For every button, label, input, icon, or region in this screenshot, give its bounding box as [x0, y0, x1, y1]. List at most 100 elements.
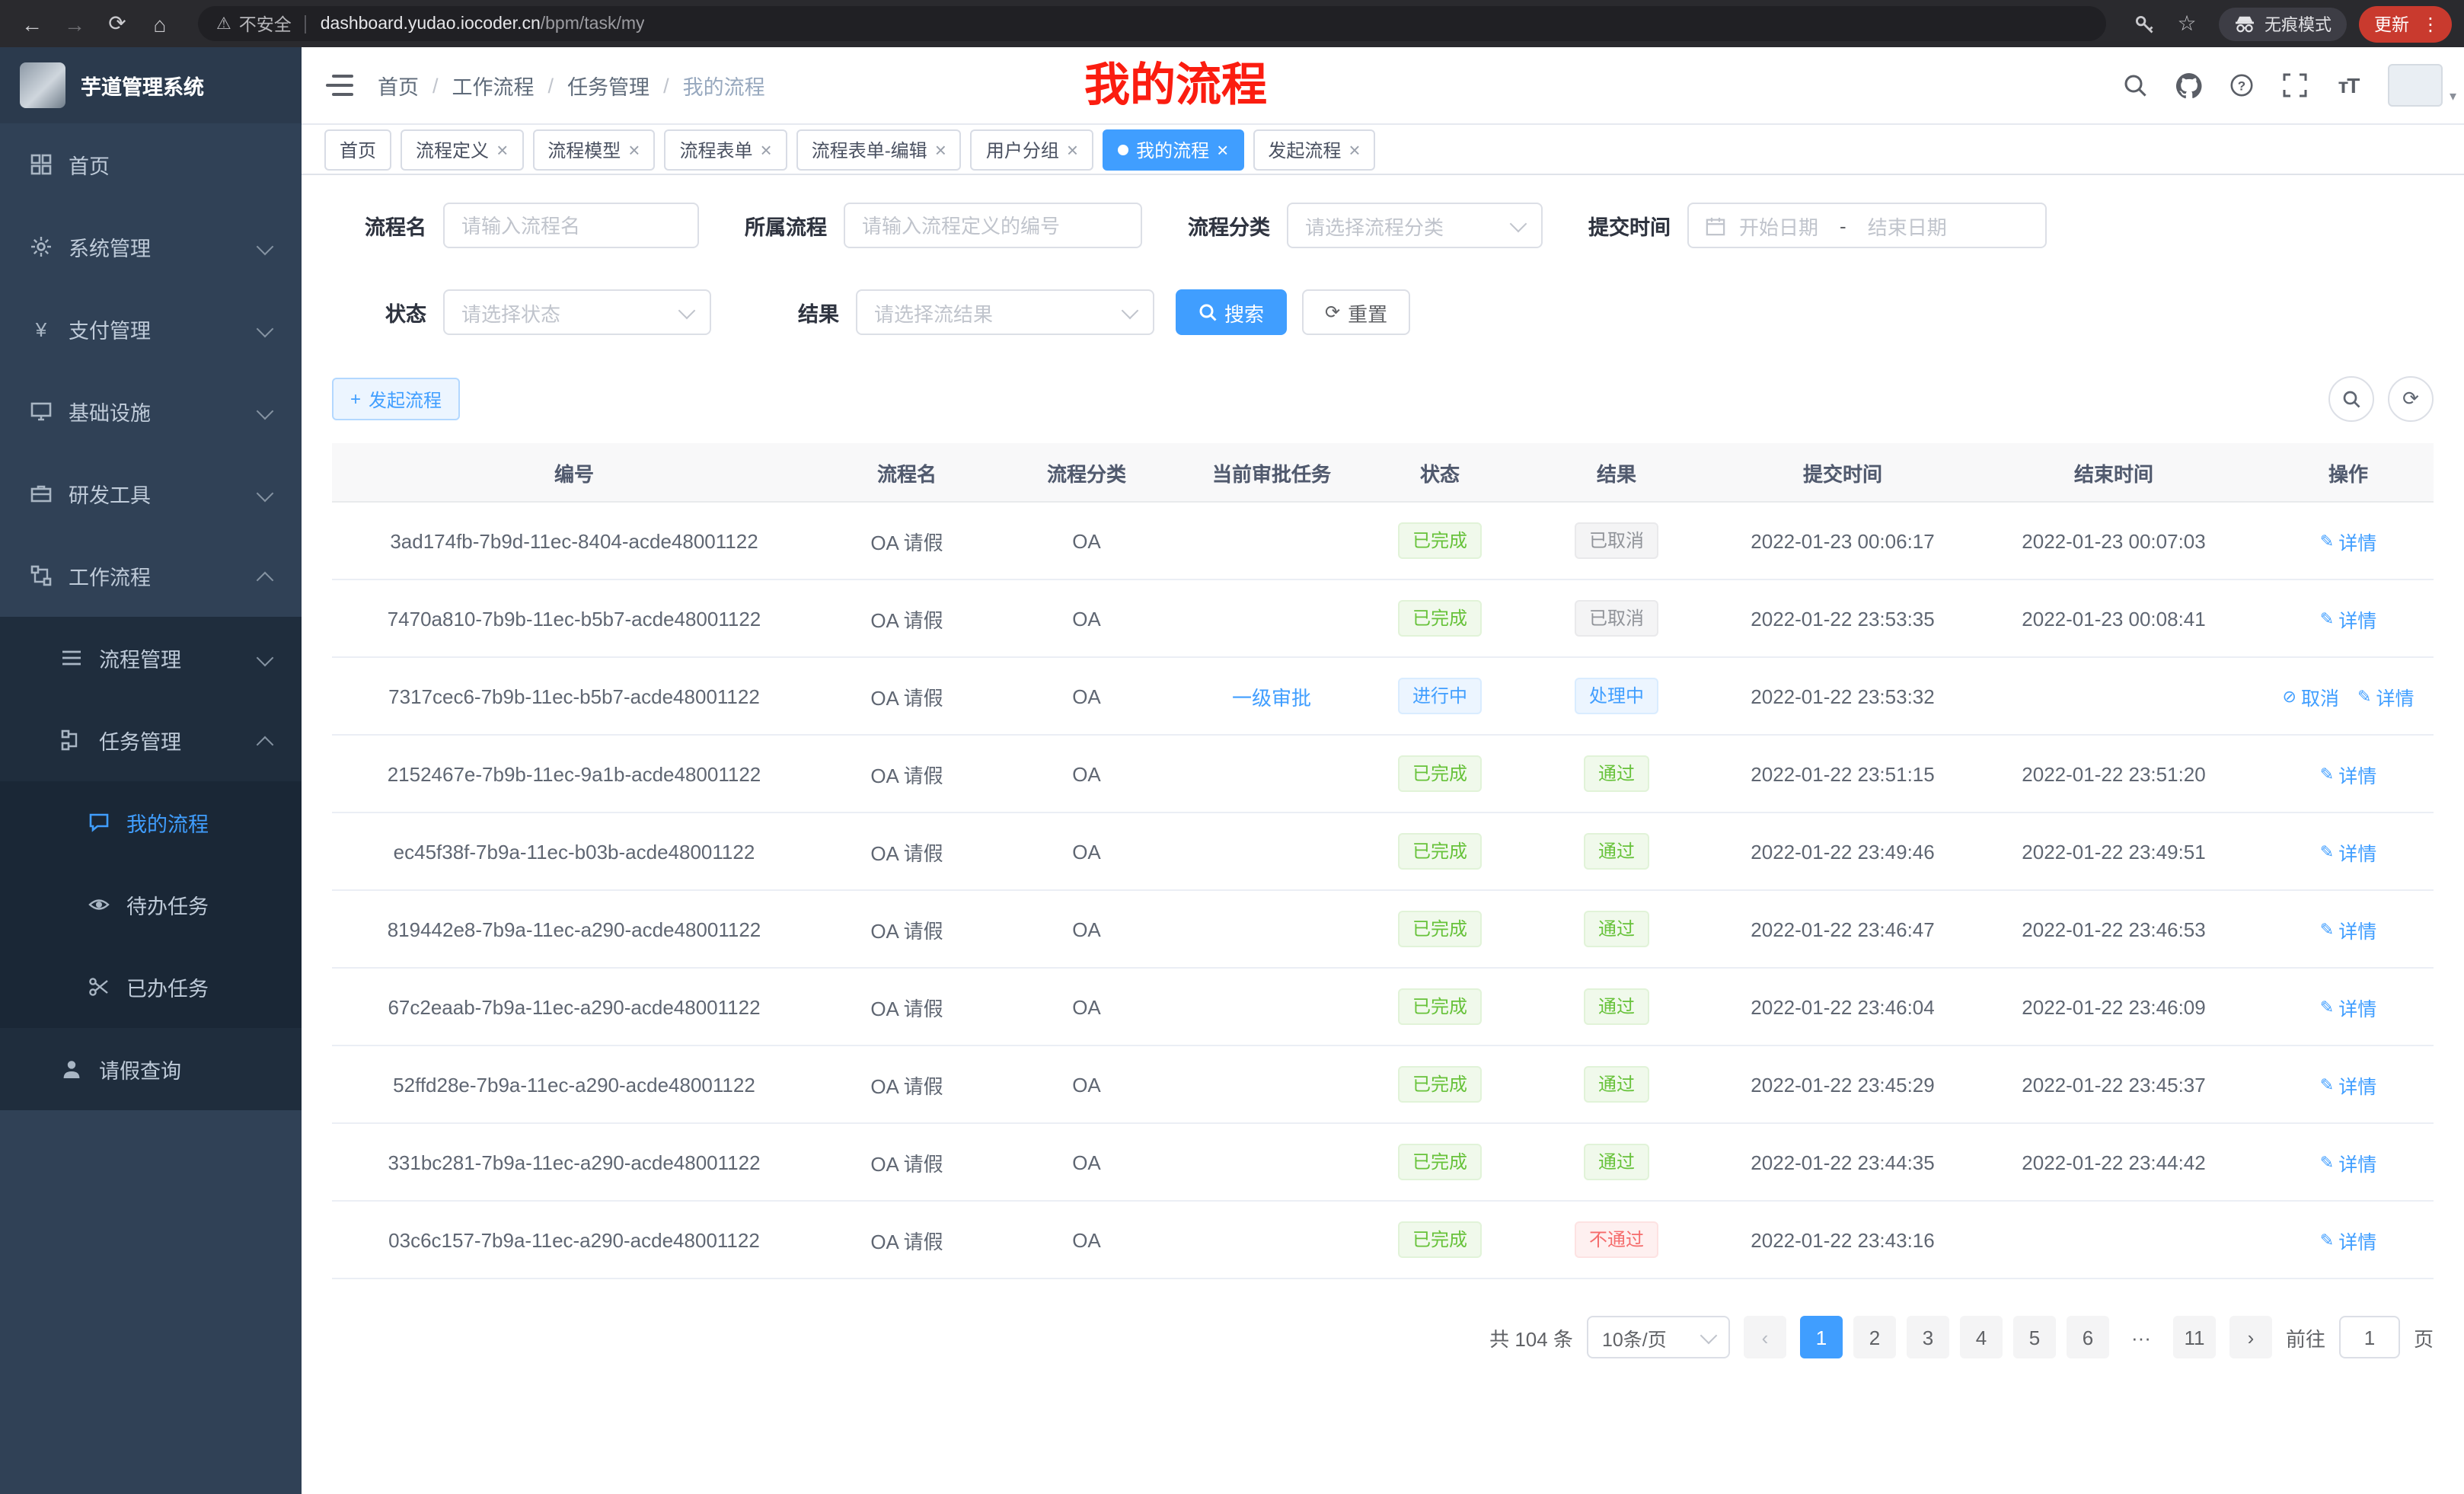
reset-button[interactable]: ⟳ 重置 — [1302, 289, 1410, 335]
page-button-1[interactable]: 1 — [1800, 1316, 1843, 1358]
tab-4[interactable]: 流程表单-编辑× — [796, 129, 962, 170]
page-button-4[interactable]: 4 — [1960, 1316, 2003, 1358]
breadcrumb-item[interactable]: 工作流程 — [452, 70, 535, 101]
cell-category: OA — [997, 502, 1176, 579]
cell-result: 处理中 — [1512, 657, 1721, 735]
sidebar-item-infrastructure[interactable]: 基础设施 — [0, 370, 302, 452]
refresh-table-button[interactable]: ⟳ — [2388, 376, 2434, 422]
tab-2[interactable]: 流程模型× — [532, 129, 655, 170]
detail-link[interactable]: ✎详情 — [2357, 682, 2414, 710]
bookmark-star-icon[interactable]: ☆ — [2167, 5, 2207, 42]
tab-close-icon[interactable]: × — [761, 139, 772, 159]
detail-link[interactable]: ✎详情 — [2320, 1070, 2376, 1099]
sidebar-item-done-tasks[interactable]: 已办任务 — [0, 946, 302, 1028]
sidebar-item-workflow[interactable]: 工作流程 — [0, 535, 302, 617]
tab-close-icon[interactable]: × — [1217, 139, 1228, 159]
detail-icon: ✎ — [2320, 841, 2334, 861]
tab-close-icon[interactable]: × — [628, 139, 640, 159]
address-bar[interactable]: ⚠ 不安全 dashboard.yudao.iocoder.cn/bpm/tas… — [198, 6, 2106, 41]
detail-link[interactable]: ✎详情 — [2320, 992, 2376, 1021]
user-avatar[interactable]: ▾ — [2388, 64, 2443, 107]
page-ellipsis[interactable]: ··· — [2120, 1316, 2162, 1358]
pagination: 共 104 条 10条/页 ‹ 123456···11 › 前往 1 页 — [332, 1316, 2434, 1358]
chevron-down-icon — [257, 650, 274, 667]
url-text[interactable]: dashboard.yudao.iocoder.cn/bpm/task/my — [321, 14, 645, 33]
tab-close-icon[interactable]: × — [496, 139, 508, 159]
github-icon[interactable] — [2175, 72, 2202, 99]
date-start-placeholder[interactable]: 开始日期 — [1739, 211, 1818, 240]
forward-icon[interactable]: → — [55, 5, 94, 42]
search-button[interactable]: 搜索 — [1176, 289, 1287, 335]
search-toggle-button[interactable] — [2328, 376, 2374, 422]
tab-5[interactable]: 用户分组× — [971, 129, 1093, 170]
category-placeholder: 请选择流程分类 — [1305, 211, 1444, 240]
refresh-icon[interactable]: ⟳ — [97, 5, 137, 42]
next-page-button[interactable]: › — [2229, 1316, 2272, 1358]
detail-link[interactable]: ✎详情 — [2320, 759, 2376, 788]
sidebar-item-label: 已办任务 — [126, 972, 209, 1002]
table-row: 52ffd28e-7b9a-11ec-a290-acde48001122OA 请… — [332, 1045, 2434, 1123]
cell-current-task — [1176, 579, 1368, 657]
result-select[interactable]: 请选择流结果 — [856, 289, 1154, 335]
tab-6[interactable]: 我的流程× — [1103, 129, 1243, 170]
result-tag: 通过 — [1585, 1066, 1649, 1103]
submit-time-range-picker[interactable]: 开始日期 - 结束日期 — [1687, 203, 2047, 248]
help-icon[interactable]: ? — [2228, 72, 2255, 99]
result-tag: 通过 — [1585, 755, 1649, 792]
status-select[interactable]: 请选择状态 — [443, 289, 711, 335]
prev-page-button[interactable]: ‹ — [1744, 1316, 1786, 1358]
breadcrumb-item[interactable]: 任务管理 — [567, 70, 650, 101]
category-select[interactable]: 请选择流程分类 — [1287, 203, 1543, 248]
fullscreen-icon[interactable] — [2281, 72, 2309, 99]
sidebar-fold-icon[interactable] — [326, 75, 353, 96]
breadcrumb-item[interactable]: 首页 — [378, 70, 419, 101]
detail-icon: ✎ — [2320, 1152, 2334, 1172]
detail-link[interactable]: ✎详情 — [2320, 1225, 2376, 1254]
home-icon[interactable]: ⌂ — [140, 5, 180, 42]
sidebar-item-todo-tasks[interactable]: 待办任务 — [0, 864, 302, 946]
page-jump-input[interactable]: 1 — [2339, 1316, 2400, 1358]
process-name-input[interactable] — [443, 203, 699, 248]
sidebar-item-system[interactable]: 系统管理 — [0, 206, 302, 288]
back-icon[interactable]: ← — [12, 5, 52, 42]
sidebar-item-process-management[interactable]: 流程管理 — [0, 617, 302, 699]
detail-link[interactable]: ✎详情 — [2320, 604, 2376, 633]
tab-close-icon[interactable]: × — [935, 139, 946, 159]
tab-3[interactable]: 流程表单× — [664, 129, 787, 170]
security-label[interactable]: 不安全 — [239, 11, 292, 36]
sidebar-item-dev-tools[interactable]: 研发工具 — [0, 452, 302, 535]
tab-0[interactable]: 首页 — [324, 129, 391, 170]
current-task-link[interactable]: 一级审批 — [1232, 686, 1311, 709]
detail-link[interactable]: ✎详情 — [2320, 915, 2376, 943]
sidebar-item-home[interactable]: 首页 — [0, 123, 302, 206]
page-header: 首页 / 工作流程 / 任务管理 / 我的流程 ? тT ▾ — [302, 47, 2464, 125]
browser-menu-dots-icon[interactable]: ⋮ — [2415, 13, 2446, 34]
page-size-select[interactable]: 10条/页 — [1587, 1316, 1730, 1358]
font-size-icon[interactable]: тT — [2335, 72, 2362, 99]
page-button-6[interactable]: 6 — [2067, 1316, 2109, 1358]
sidebar-item-task-management[interactable]: 任务管理 — [0, 699, 302, 781]
detail-link[interactable]: ✎详情 — [2320, 526, 2376, 555]
page-button-3[interactable]: 3 — [1907, 1316, 1949, 1358]
cell-result: 已取消 — [1512, 579, 1721, 657]
cancel-link[interactable]: ⊘取消 — [2283, 682, 2339, 710]
detail-link[interactable]: ✎详情 — [2320, 837, 2376, 866]
tab-close-icon[interactable]: × — [1067, 139, 1078, 159]
update-button[interactable]: 更新 ⋮ — [2359, 5, 2452, 42]
page-button-5[interactable]: 5 — [2013, 1316, 2056, 1358]
sidebar-item-my-process[interactable]: 我的流程 — [0, 781, 302, 864]
page-button-2[interactable]: 2 — [1853, 1316, 1896, 1358]
process-def-input[interactable] — [844, 203, 1142, 248]
status-tag: 已完成 — [1399, 988, 1481, 1025]
date-end-placeholder[interactable]: 结束日期 — [1868, 211, 1947, 240]
search-icon[interactable] — [2121, 72, 2149, 99]
sidebar-item-leave-query[interactable]: 请假查询 — [0, 1028, 302, 1110]
sidebar-item-payment[interactable]: ¥ 支付管理 — [0, 288, 302, 370]
create-process-button[interactable]: + 发起流程 — [332, 378, 460, 420]
tab-1[interactable]: 流程定义× — [401, 129, 523, 170]
detail-link[interactable]: ✎详情 — [2320, 1148, 2376, 1176]
page-button-11[interactable]: 11 — [2173, 1316, 2216, 1358]
tab-7[interactable]: 发起流程× — [1253, 129, 1375, 170]
tab-close-icon[interactable]: × — [1348, 139, 1360, 159]
password-key-icon[interactable] — [2124, 5, 2164, 42]
